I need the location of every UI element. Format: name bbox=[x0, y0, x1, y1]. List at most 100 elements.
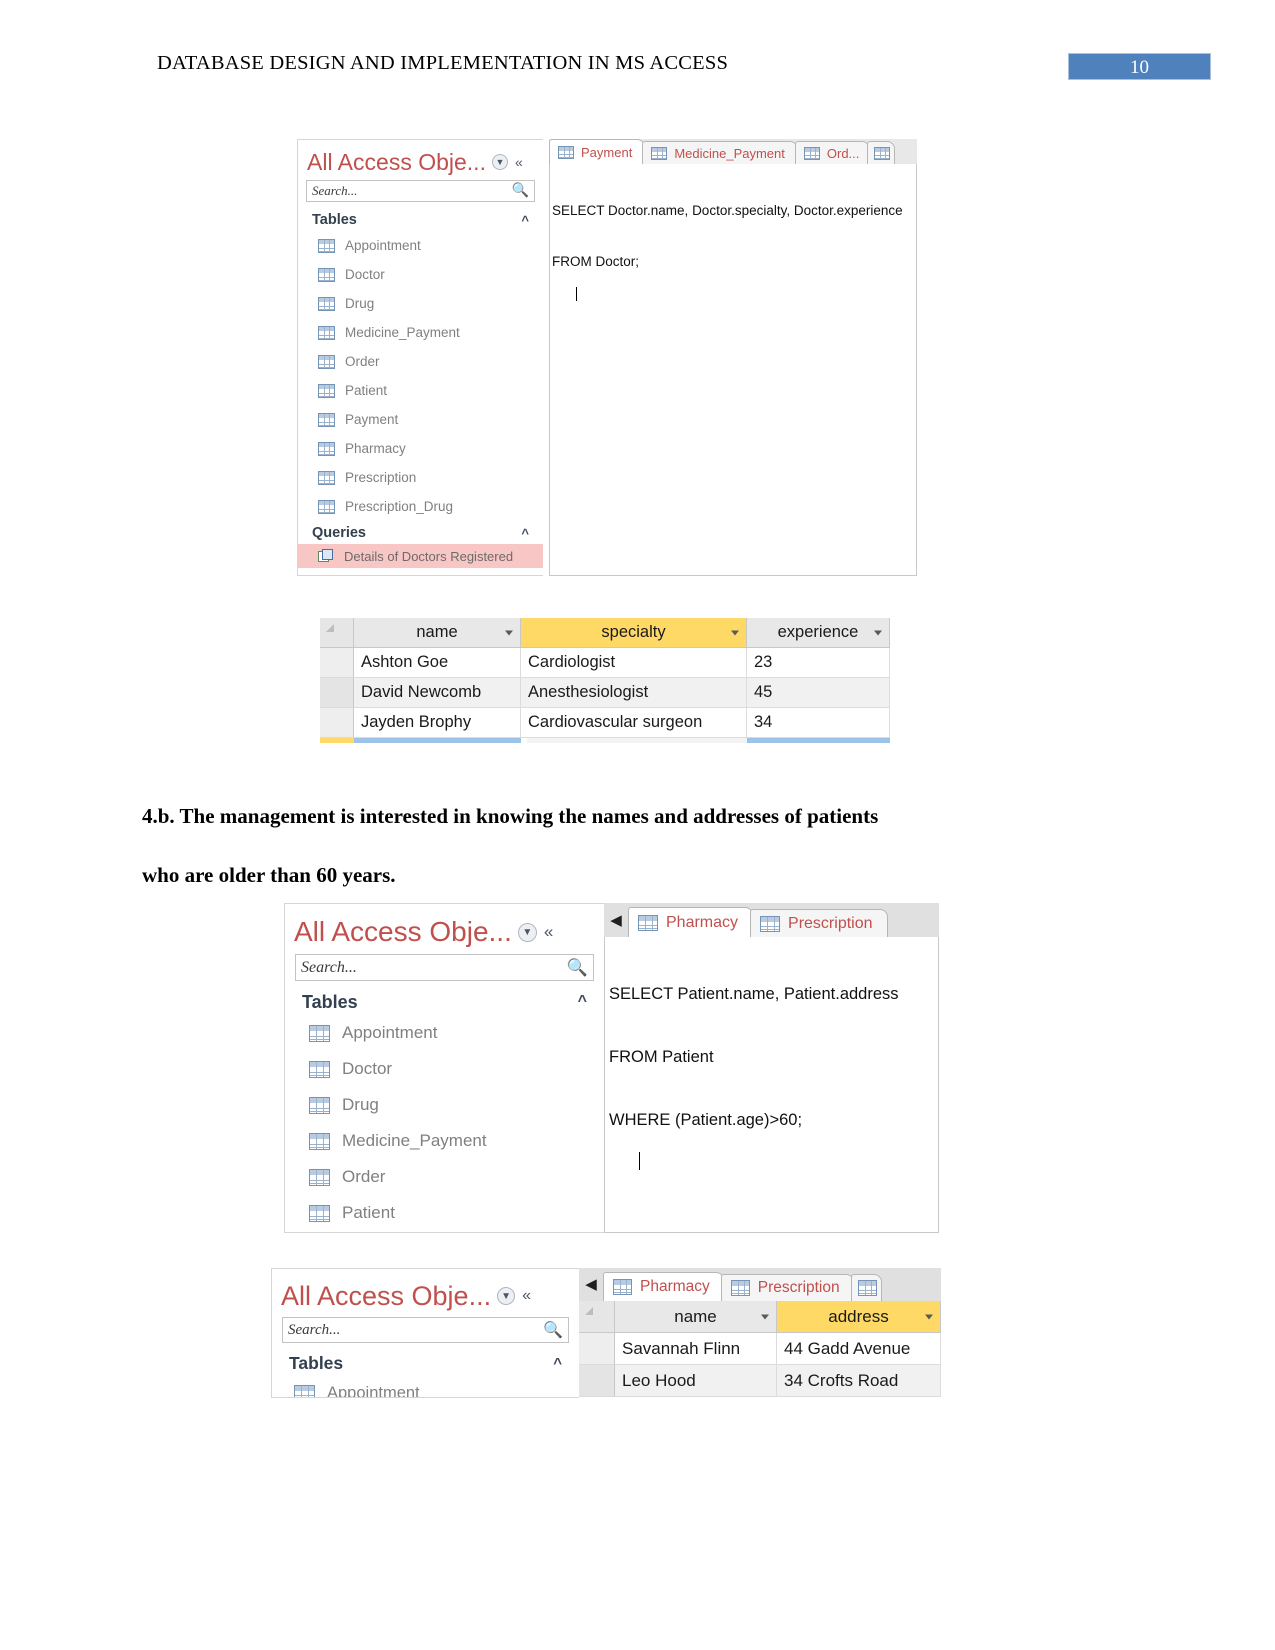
tab-prescription[interactable]: Prescription bbox=[720, 1274, 854, 1301]
nav-item-prescription[interactable]: Prescription bbox=[298, 463, 543, 492]
table-row[interactable]: Ashton Goe Cardiologist 23 bbox=[320, 648, 890, 678]
magnifier-icon[interactable]: 🔍 bbox=[543, 1320, 563, 1340]
tab-payment[interactable]: Payment bbox=[549, 139, 646, 164]
table-icon bbox=[803, 146, 820, 160]
table-icon bbox=[309, 1132, 330, 1150]
tab-pharmacy[interactable]: Pharmacy bbox=[603, 1272, 724, 1301]
cell-experience[interactable]: 45 bbox=[747, 678, 890, 708]
row-selector[interactable] bbox=[320, 708, 354, 738]
chevron-down-icon[interactable] bbox=[925, 1314, 933, 1319]
row-selector[interactable] bbox=[579, 1365, 615, 1397]
row-selector[interactable] bbox=[579, 1333, 615, 1365]
nav-item-order[interactable]: Order bbox=[298, 347, 543, 376]
chevron-down-icon[interactable] bbox=[731, 630, 739, 635]
cell-name[interactable]: Ashton Goe bbox=[354, 648, 521, 678]
page-title: DATABASE DESIGN AND IMPLEMENTATION IN MS… bbox=[157, 52, 729, 74]
select-all-corner[interactable] bbox=[320, 618, 354, 648]
tab-partial[interactable] bbox=[850, 1274, 882, 1301]
nav-item-doctor[interactable]: Doctor bbox=[285, 1051, 604, 1087]
chevron-down-circle-icon[interactable]: ▼ bbox=[497, 1287, 516, 1305]
magnifier-icon[interactable]: 🔍 bbox=[567, 958, 588, 978]
tab-label: Prescription bbox=[788, 914, 873, 932]
nav-item-patient[interactable]: Patient bbox=[298, 376, 543, 405]
double-chevron-up-icon[interactable]: ^ bbox=[553, 1355, 562, 1372]
column-header-name[interactable]: name bbox=[354, 618, 521, 648]
table-icon bbox=[318, 499, 335, 514]
nav-item-order[interactable]: Order bbox=[285, 1159, 604, 1195]
table-row[interactable]: Leo Hood 34 Crofts Road bbox=[579, 1365, 941, 1397]
edge-experience bbox=[747, 738, 890, 743]
nav-item-patient[interactable]: Patient bbox=[285, 1195, 604, 1231]
nav-item-label: Payment bbox=[345, 412, 399, 427]
nav-item-medicine-payment[interactable]: Medicine_Payment bbox=[285, 1123, 604, 1159]
cell-specialty[interactable]: Cardiovascular surgeon bbox=[521, 708, 747, 738]
row-selector[interactable] bbox=[320, 678, 354, 708]
nav-item-appointment[interactable]: Appointment bbox=[285, 1015, 604, 1051]
double-chevron-up-icon[interactable]: ^ bbox=[521, 526, 529, 541]
nav-group-tables-2[interactable]: Tables ^ bbox=[302, 989, 587, 1015]
nav-group-queries-1[interactable]: Queries ^ bbox=[312, 522, 529, 544]
chevron-down-icon[interactable] bbox=[505, 630, 513, 635]
cell-experience[interactable]: 23 bbox=[747, 648, 890, 678]
sql-editor-1[interactable]: SELECT Doctor.name, Doctor.specialty, Do… bbox=[549, 164, 917, 576]
double-chevron-up-icon[interactable]: ^ bbox=[578, 993, 587, 1011]
double-chevron-left-icon[interactable]: « bbox=[544, 922, 553, 942]
nav-item-drug[interactable]: Drug bbox=[298, 289, 543, 318]
magnifier-icon[interactable]: 🔍 bbox=[512, 183, 529, 200]
edge-name bbox=[354, 738, 521, 743]
nav-item-appointment[interactable]: Appointment bbox=[298, 231, 543, 260]
nav-item-doctor[interactable]: Doctor bbox=[298, 260, 543, 289]
double-chevron-left-icon[interactable]: « bbox=[515, 154, 523, 170]
access-screenshot-1: All Access Obje... ▼ « Search... 🔍 Table… bbox=[297, 139, 917, 576]
cell-specialty[interactable]: Anesthesiologist bbox=[521, 678, 747, 708]
chevron-down-circle-icon[interactable]: ▼ bbox=[517, 922, 537, 942]
double-chevron-up-icon[interactable]: ^ bbox=[521, 213, 529, 228]
nav-item-prescription-drug[interactable]: Prescription_Drug bbox=[298, 492, 543, 521]
nav-item-payment[interactable]: Payment bbox=[298, 405, 543, 434]
column-header-experience[interactable]: experience bbox=[747, 618, 890, 648]
table-row[interactable]: Jayden Brophy Cardiovascular surgeon 34 bbox=[320, 708, 890, 738]
column-header-name[interactable]: name bbox=[615, 1301, 777, 1333]
table-icon bbox=[318, 412, 335, 427]
nav-item-drug[interactable]: Drug bbox=[285, 1087, 604, 1123]
chevron-down-icon[interactable] bbox=[874, 630, 882, 635]
cell-experience[interactable]: 34 bbox=[747, 708, 890, 738]
nav-item-pharmacy[interactable]: Pharmacy bbox=[298, 434, 543, 463]
nav-item-label: Appointment bbox=[327, 1383, 420, 1398]
sql-editor-2[interactable]: SELECT Patient.name, Patient.address FRO… bbox=[604, 937, 939, 1233]
tab-partial[interactable] bbox=[867, 141, 896, 164]
tab-medicine-payment[interactable]: Medicine_Payment bbox=[642, 141, 798, 164]
tab-order[interactable]: Ord... bbox=[794, 141, 871, 164]
row-selector[interactable] bbox=[320, 648, 354, 678]
nav-item-label: Doctor bbox=[342, 1059, 393, 1078]
triangle-left-icon[interactable]: ◀ bbox=[604, 903, 628, 937]
cell-address[interactable]: 44 Gadd Avenue bbox=[777, 1333, 941, 1365]
column-header-address[interactable]: address bbox=[777, 1301, 941, 1333]
select-all-corner[interactable] bbox=[579, 1301, 615, 1333]
cell-name[interactable]: Savannah Flinn bbox=[615, 1333, 777, 1365]
cell-name[interactable]: Jayden Brophy bbox=[354, 708, 521, 738]
nav-item-details-of-doctors-registered[interactable]: Details of Doctors Registered bbox=[298, 544, 543, 568]
search-input-2[interactable]: Search... 🔍 bbox=[295, 954, 594, 981]
column-header-specialty[interactable]: specialty bbox=[521, 618, 747, 648]
nav-item-medicine-payment[interactable]: Medicine_Payment bbox=[298, 318, 543, 347]
nav-group-tables-1[interactable]: Tables ^ bbox=[312, 209, 529, 231]
table-row[interactable]: David Newcomb Anesthesiologist 45 bbox=[320, 678, 890, 708]
cell-name[interactable]: David Newcomb bbox=[354, 678, 521, 708]
search-input-1[interactable]: Search... 🔍 bbox=[306, 180, 535, 202]
cell-address[interactable]: 34 Crofts Road bbox=[777, 1365, 941, 1397]
cell-name[interactable]: Leo Hood bbox=[615, 1365, 777, 1397]
nav-group-tables-3[interactable]: Tables ^ bbox=[289, 1351, 562, 1376]
tab-prescription[interactable]: Prescription bbox=[750, 909, 888, 937]
nav-item-appointment[interactable]: Appointment bbox=[272, 1376, 579, 1398]
double-chevron-left-icon[interactable]: « bbox=[522, 1287, 531, 1305]
cell-specialty[interactable]: Cardiologist bbox=[521, 648, 747, 678]
chevron-down-icon[interactable] bbox=[761, 1314, 769, 1319]
table-icon bbox=[309, 1096, 330, 1114]
chevron-down-circle-icon[interactable]: ▼ bbox=[491, 154, 508, 170]
table-icon bbox=[318, 441, 335, 456]
triangle-left-icon[interactable]: ◀ bbox=[579, 1268, 603, 1301]
tab-pharmacy[interactable]: Pharmacy bbox=[628, 907, 754, 937]
search-input-3[interactable]: Search... 🔍 bbox=[282, 1317, 569, 1343]
table-row[interactable]: Savannah Flinn 44 Gadd Avenue bbox=[579, 1333, 941, 1365]
